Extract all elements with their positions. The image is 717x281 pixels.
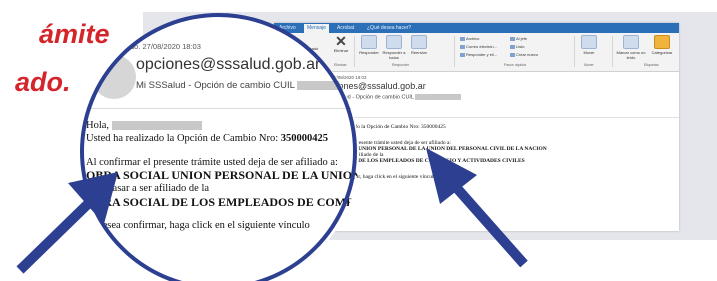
quick-step-4[interactable]: Al jefe — [510, 36, 527, 41]
mark-unread-label: Marcar como no leído — [616, 50, 646, 60]
categorize-label: Categorizar — [651, 50, 673, 55]
magnified-line-1-text: Usted ha realizado la Opción de Cambio N… — [86, 133, 281, 144]
magnified-greeting: Hola, — [86, 120, 202, 132]
forward-label: Reenviar — [410, 50, 427, 55]
ribbon-separator — [612, 36, 613, 67]
quick-step-label: Correo electrón... — [466, 44, 497, 49]
group-label-tags: Etiquetas — [644, 63, 659, 67]
magnified-date: do. 27/08/2020 18:03 — [130, 42, 201, 51]
quick-step-2[interactable]: Correo electrón... — [460, 44, 497, 49]
group-label-move: Mover — [584, 63, 594, 67]
quick-step-label: Al jefe — [516, 36, 528, 41]
magnified-line-4: Para pasar a ser afiliado de la — [86, 183, 210, 194]
magnified-subject: Mi SSSalud - Opción de cambio CUIL — [136, 80, 359, 91]
ribbon-separator — [574, 36, 575, 67]
magnified-line-5: OBRA SOCIAL DE LOS EMPLEADOS DE COMER — [86, 196, 359, 208]
quick-step-label: Responder y eli... — [466, 52, 498, 57]
mark-unread-icon — [623, 35, 639, 49]
move-label: Mover — [583, 50, 595, 55]
magnified-line-1: Usted ha realizado la Opción de Cambio N… — [86, 133, 328, 145]
categorize-icon — [654, 35, 670, 49]
tab-tell-me[interactable]: ¿Qué desea hacer? — [364, 24, 414, 33]
mark-unread-button[interactable]: Marcar como no leído — [616, 35, 646, 60]
quick-step-1[interactable]: Archivo — [460, 36, 479, 41]
reply-label: Responder — [359, 50, 379, 55]
quick-step-3[interactable]: Responder y eli... — [460, 52, 497, 57]
magnified-line-3: OBRA SOCIAL UNION PERSONAL DE LA UNION D — [86, 169, 359, 181]
reply-all-icon — [386, 35, 402, 49]
quick-step-label: Crear nuevo — [516, 52, 539, 57]
magnified-sender: opciones@sssalud.gob.ar — [136, 56, 321, 73]
quick-step-icon — [460, 52, 465, 57]
ribbon-separator — [454, 36, 455, 67]
move-icon — [581, 35, 597, 49]
magnified-divider — [86, 108, 356, 109]
quick-step-5[interactable]: Listo — [510, 44, 524, 49]
categorize-button[interactable]: Categorizar — [648, 35, 676, 55]
option-number: 350000425 — [280, 133, 329, 144]
quick-step-6[interactable]: Crear nuevo — [510, 52, 538, 57]
quick-step-icon — [460, 44, 465, 49]
headline-fragment-2: ado. — [15, 67, 71, 97]
move-button[interactable]: Mover — [578, 35, 600, 55]
magnifier-content: do. 27/08/2020 18:03 opciones@sssalud.go… — [82, 15, 359, 281]
redacted-cuil — [297, 80, 359, 90]
reply-all-button[interactable]: Responder a todos — [382, 35, 406, 60]
magnified-line-6: Si desea confirmar, haga click en el sig… — [86, 220, 310, 231]
magnifier-lens: do. 27/08/2020 18:03 opciones@sssalud.go… — [82, 15, 359, 281]
quick-step-icon — [510, 44, 515, 49]
group-label-respond: Responder — [392, 63, 410, 67]
magnified-greeting-text: Hola, — [86, 120, 110, 131]
forward-button[interactable]: Reenviar — [408, 35, 430, 55]
magnified-subject-text: Mi SSSalud - Opción de cambio CUIL — [136, 80, 295, 91]
infographic-canvas: ámite ado. Archivo Mensaje Acrobat ¿Qué … — [0, 0, 717, 281]
magnified-avatar — [92, 55, 136, 99]
quick-step-icon — [510, 52, 515, 57]
redacted-cuil — [415, 94, 462, 100]
group-label-quick-steps: Pasos rápidos — [504, 63, 527, 67]
quick-step-icon — [510, 36, 515, 41]
reply-all-label: Responder a todos — [382, 50, 406, 60]
forward-icon — [411, 35, 427, 49]
magnified-line-5-text: OBRA SOCIAL DE LOS EMPLEADOS DE COMER — [86, 195, 359, 209]
quick-step-icon — [460, 36, 465, 41]
reply-icon — [361, 35, 377, 49]
reply-button[interactable]: Responder — [358, 35, 380, 55]
quick-step-label: Listo — [516, 44, 525, 49]
quick-step-label: Archivo — [466, 36, 480, 41]
redacted-name — [111, 121, 202, 131]
magnified-line-3-text: OBRA SOCIAL UNION PERSONAL DE LA UNION D — [86, 168, 359, 182]
